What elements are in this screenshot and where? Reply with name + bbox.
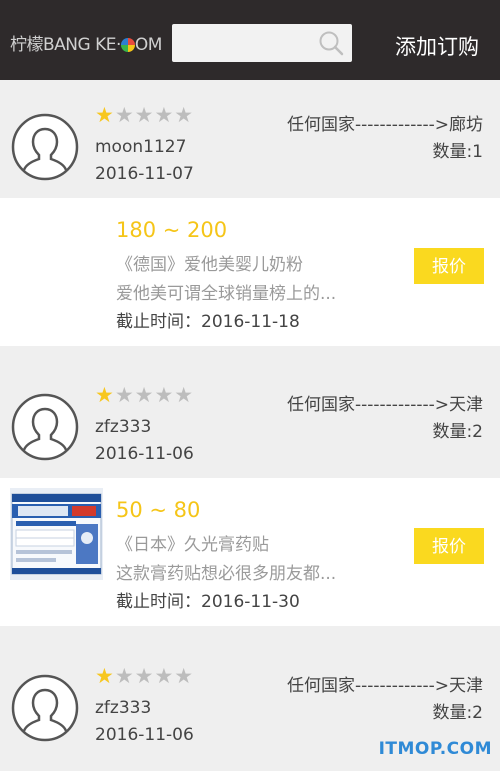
app-logo: 柠檬BANG KE· OM [10,30,162,55]
star-filled-icon: ★ [95,103,115,127]
product-title: 《日本》久光膏药贴 [116,535,269,555]
route-text: 任何国家------------->天津 [287,676,483,696]
rating-stars: ★★★★★ [95,385,194,406]
rating-stars: ★★★★★ [95,666,194,687]
username: zfz333 [95,698,152,718]
logo-suffix: OM [134,35,163,55]
product-title: 《德国》爱他美婴儿奶粉 [116,255,303,275]
order-card[interactable]: ★★★★★ moon1127 2016-11-07 任何国家----------… [0,93,500,346]
logo-color-dot [120,38,135,52]
star-empty-icon: ★★★★ [114,383,195,407]
post-date: 2016-11-07 [95,164,194,184]
star-empty-icon: ★★★★ [114,103,195,127]
route-text: 任何国家------------->天津 [287,395,483,415]
order-card-header: ★★★★★ zfz333 2016-11-06 任何国家------------… [0,373,500,478]
route-text: 任何国家------------->廊坊 [287,115,483,135]
search-icon[interactable] [318,30,344,56]
watermark: ITMOP.COM [378,739,492,759]
star-filled-icon: ★ [95,383,115,407]
username: moon1127 [95,137,187,157]
top-bar: 柠檬BANG KE· OM 添加订购 [0,0,500,80]
quantity-text: 数量:2 [432,703,483,723]
quantity-text: 数量:2 [432,422,483,442]
post-date: 2016-11-06 [95,444,194,464]
order-card-body: 180 ~ 200 《德国》爱他美婴儿奶粉 爱他美可谓全球销量榜上的... 截止… [0,198,500,346]
logo-text: 柠檬BANG KE· [10,35,121,55]
order-card-body: 50 ~ 80 《日本》久光膏药贴 这款膏药贴想必很多朋友都... 截止时间：2… [0,478,500,626]
username: zfz333 [95,417,152,437]
quantity-text: 数量:1 [432,142,483,162]
price-range: 180 ~ 200 [116,218,228,242]
user-avatar-icon [11,113,79,181]
product-description: 这款膏药贴想必很多朋友都... [116,564,337,584]
star-filled-icon: ★ [95,664,115,688]
post-date: 2016-11-06 [95,725,194,745]
star-empty-icon: ★★★★ [114,664,195,688]
rating-stars: ★★★★★ [95,105,194,126]
search-input[interactable] [172,24,352,62]
user-avatar-icon [11,393,79,461]
quote-button[interactable]: 报价 [414,248,484,284]
user-avatar-icon [11,674,79,742]
quote-button[interactable]: 报价 [414,528,484,564]
product-description: 爱他美可谓全球销量榜上的... [116,284,337,304]
price-range: 50 ~ 80 [116,498,201,522]
patch-package-image[interactable] [10,488,103,580]
add-order-button[interactable]: 添加订购 [395,31,479,61]
deadline-text: 截止时间：2016-11-18 [116,312,300,332]
order-card[interactable]: ★★★★★ zfz333 2016-11-06 任何国家------------… [0,373,500,626]
order-card-header: ★★★★★ moon1127 2016-11-07 任何国家----------… [0,93,500,198]
deadline-text: 截止时间：2016-11-30 [116,592,300,612]
